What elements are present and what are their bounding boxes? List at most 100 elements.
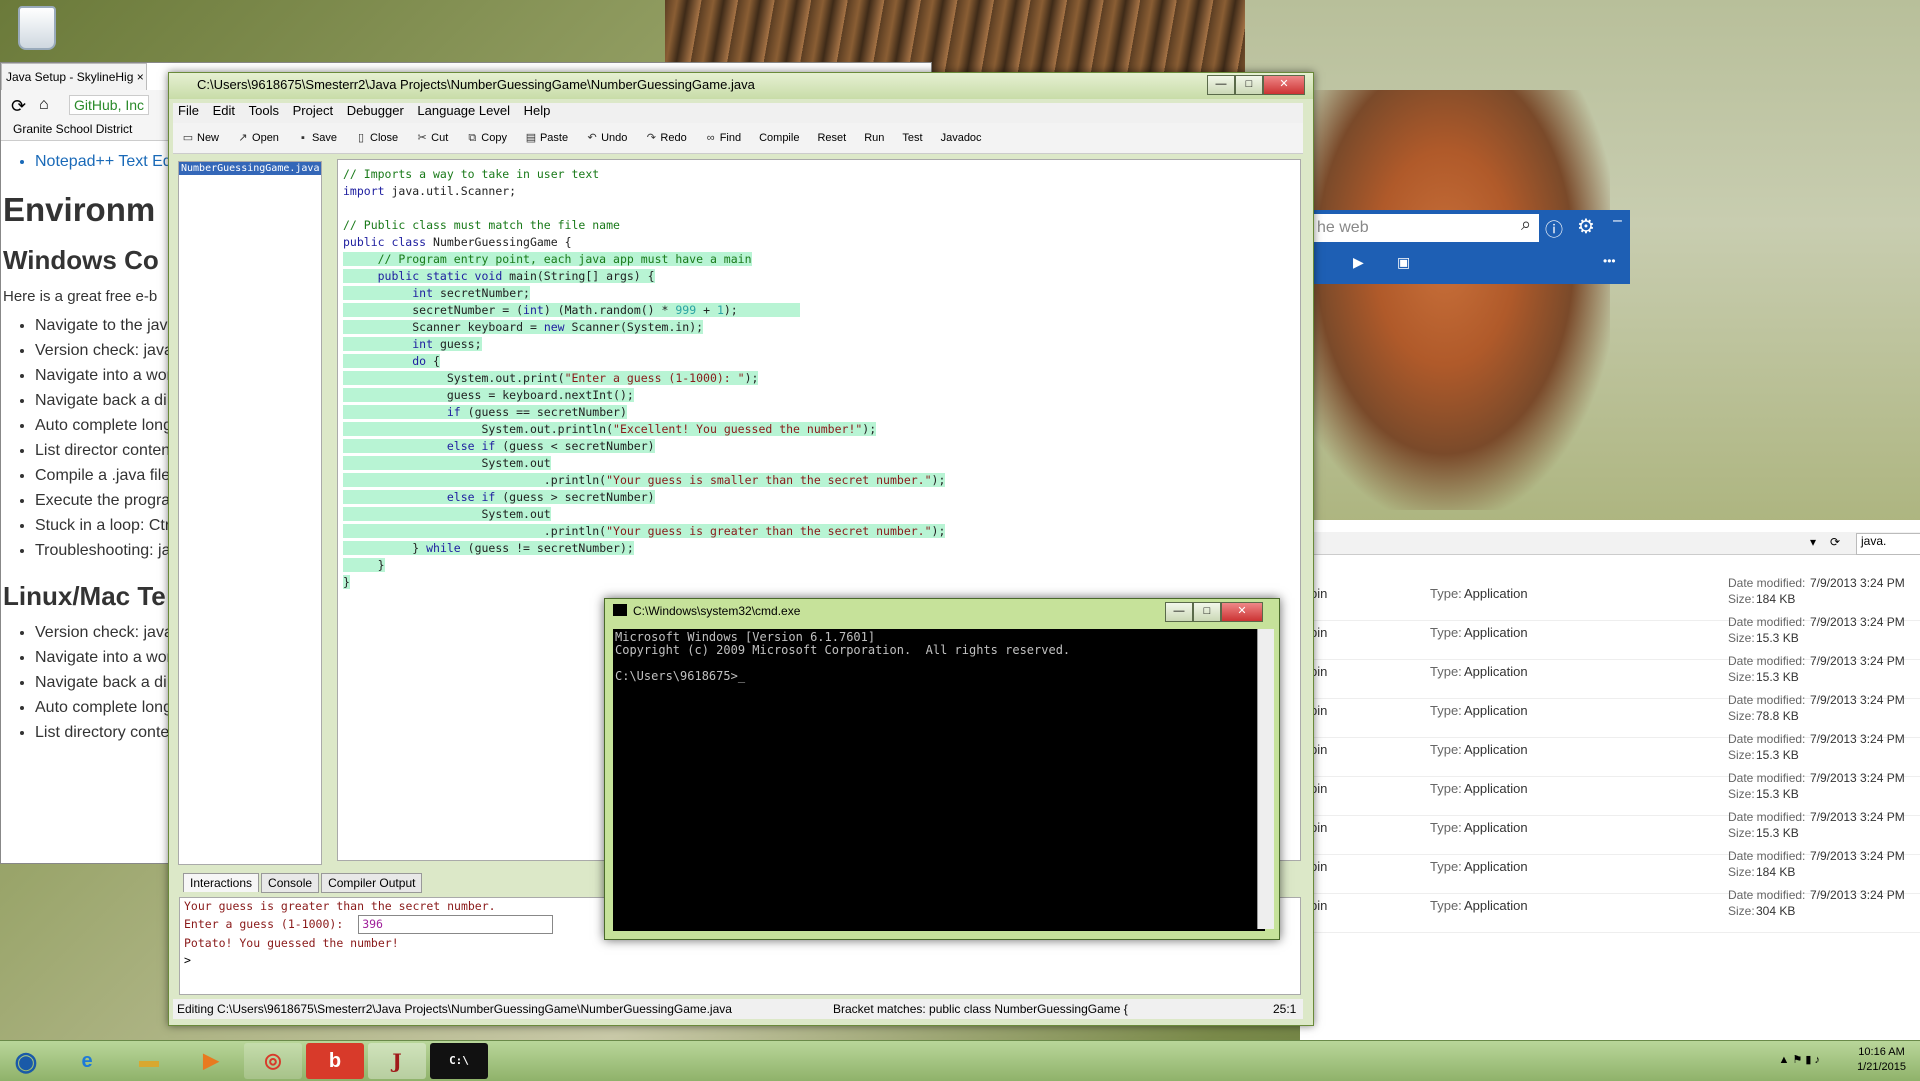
user-input-box[interactable]: 396 (358, 915, 554, 934)
menu-help[interactable]: Help (524, 103, 551, 118)
cmd-close-button[interactable]: ✕ (1221, 602, 1263, 622)
bottom-tabs: Interactions Console Compiler Output (183, 873, 424, 895)
date-modified: 7/9/2013 3:24 PM (1810, 693, 1905, 707)
toolbar-cut-button[interactable]: ✂ Cut (407, 123, 457, 153)
toolbar-label: New (197, 132, 220, 144)
toolbar-paste-button[interactable]: ▤ Paste (516, 123, 577, 153)
toolbar-label: Compile (759, 132, 800, 144)
type-label: Type: (1430, 742, 1462, 757)
menu-debugger[interactable]: Debugger (347, 103, 404, 118)
chevron-down-icon[interactable]: ▾ (1810, 535, 1816, 549)
date-modified: 7/9/2013 3:24 PM (1810, 771, 1905, 785)
size-label: Size: (1728, 865, 1755, 879)
cmd-minimize-button[interactable]: — (1165, 602, 1193, 622)
toolbar-reset-button[interactable]: Reset (808, 123, 855, 153)
date-label: Date modified: (1728, 615, 1806, 629)
tab-interactions[interactable]: Interactions (183, 873, 260, 892)
toolbar-save-button[interactable]: ▪ Save (288, 123, 346, 153)
web-search-input[interactable]: he web (1313, 214, 1517, 242)
menu-file[interactable]: File (178, 103, 199, 118)
close-button[interactable]: ✕ (1263, 75, 1305, 95)
cmd-icon (613, 604, 627, 616)
toolbar-javadoc-button[interactable]: Javadoc (932, 123, 991, 153)
toolbar-compile-button[interactable]: Compile (750, 123, 808, 153)
recycle-bin-icon[interactable] (18, 6, 56, 50)
clock[interactable]: 10:16 AM 1/21/2015 (1857, 1045, 1906, 1075)
toolbar-redo-button[interactable]: ↷ Redo (636, 123, 695, 153)
video-icon[interactable]: ▶ (1353, 254, 1364, 271)
drjava-icon[interactable]: J (368, 1043, 426, 1079)
cmd-scrollbar[interactable] (1257, 629, 1274, 929)
explorer-row[interactable]: bin Type: Application Date modified: 7/9/201… (1300, 884, 1920, 933)
media-player-icon[interactable]: ▶ (182, 1043, 240, 1079)
interaction-prompt[interactable]: > (180, 952, 1300, 969)
type-label: Type: (1430, 781, 1462, 796)
minimize-button[interactable]: — (1207, 75, 1235, 95)
toolbar-run-button[interactable]: Run (855, 123, 893, 153)
browser-tab[interactable]: Java Setup - SkylineHig × (1, 63, 147, 90)
file-size: 15.3 KB (1756, 670, 1799, 684)
cmd-window: C:\Windows\system32\cmd.exe — □ ✕ Micros… (604, 598, 1280, 940)
toolbar-copy-button[interactable]: ⧉ Copy (457, 123, 516, 153)
search-panel: he web ⌕ ⓘ ⚙ – ▶ ▣ ••• (1305, 210, 1630, 284)
internet-explorer-icon[interactable]: e (58, 1043, 116, 1079)
status-bracket: Bracket matches: public class NumberGues… (833, 1002, 1128, 1016)
reload-icon[interactable]: ⟳ (11, 96, 26, 117)
news-icon[interactable]: ▣ (1397, 254, 1410, 271)
clipboard-icon: ▤ (525, 132, 537, 144)
date-modified: 7/9/2013 3:24 PM (1810, 732, 1905, 746)
menu-tools[interactable]: Tools (249, 103, 279, 118)
toolbar-test-button[interactable]: Test (893, 123, 931, 153)
bookmark-granite[interactable]: Granite School District (13, 122, 132, 136)
toolbar-new-button[interactable]: ▭ New (173, 123, 228, 153)
open-folder-icon: ↗ (238, 132, 248, 144)
size-label: Size: (1728, 709, 1755, 723)
toolbar-undo-button[interactable]: ↶ Undo (577, 123, 636, 153)
size-label: Size: (1728, 592, 1755, 606)
more-icon[interactable]: ••• (1603, 254, 1616, 268)
toolbar-find-button[interactable]: ∞ Find (696, 123, 750, 153)
file-explorer-icon[interactable]: ▬ (120, 1043, 178, 1079)
github-security-badge[interactable]: GitHub, Inc (69, 95, 150, 115)
menu-edit[interactable]: Edit (213, 103, 235, 118)
toolbar-open-button[interactable]: ↗ Open (228, 123, 288, 153)
toolbar-label: Open (252, 132, 279, 144)
input-prompt: Enter a guess (1-1000): (184, 917, 344, 931)
action-center-flag-icon[interactable]: ⚑ (1792, 1054, 1802, 1066)
menu-bar: File Edit Tools Project Debugger Languag… (173, 103, 1303, 123)
maximize-button[interactable]: □ (1235, 75, 1263, 95)
b-app-icon[interactable]: b (306, 1043, 364, 1079)
start-orb-icon[interactable]: ◉ (4, 1043, 48, 1079)
panel-menu-icon[interactable]: – (1613, 212, 1622, 230)
file-list-item[interactable]: NumberGuessingGame.java (179, 162, 321, 175)
tab-close-icon[interactable]: × (137, 70, 144, 84)
toolbar-label: Close (370, 132, 399, 144)
menu-project[interactable]: Project (293, 103, 333, 118)
date-modified: 7/9/2013 3:24 PM (1810, 810, 1905, 824)
status-position: 25:1 (1273, 1002, 1297, 1016)
command-prompt-icon[interactable]: C:\ (430, 1043, 488, 1079)
refresh-icon[interactable]: ⟳ (1830, 535, 1840, 549)
search-icon[interactable]: ⌕ (1513, 214, 1539, 242)
menu-language-level[interactable]: Language Level (417, 103, 510, 118)
size-label: Size: (1728, 826, 1755, 840)
date-modified: 7/9/2013 3:24 PM (1810, 654, 1905, 668)
size-label: Size: (1728, 670, 1755, 684)
explorer-search-input[interactable]: java. (1856, 533, 1920, 555)
home-icon[interactable]: ⌂ (39, 96, 49, 114)
size-label: Size: (1728, 631, 1755, 645)
volume-icon[interactable]: ♪ (1815, 1054, 1821, 1066)
toolbar-label: Redo (660, 132, 687, 144)
info-icon[interactable]: ⓘ (1545, 216, 1563, 242)
tab-compiler-output[interactable]: Compiler Output (321, 873, 423, 893)
toolbar-label: Save (311, 132, 338, 144)
date-modified: 7/9/2013 3:24 PM (1810, 888, 1905, 902)
cmd-console[interactable]: Microsoft Windows [Version 6.1.7601] Cop… (613, 629, 1265, 931)
network-icon[interactable]: ▮ (1805, 1054, 1811, 1066)
gear-icon[interactable]: ⚙ (1577, 214, 1595, 239)
show-hidden-icon[interactable]: ▲ (1778, 1054, 1789, 1066)
cmd-maximize-button[interactable]: □ (1193, 602, 1221, 622)
chrome-icon[interactable]: ◎ (244, 1043, 302, 1079)
toolbar-close-button[interactable]: ▯ Close (346, 123, 407, 153)
tab-console[interactable]: Console (261, 873, 320, 893)
